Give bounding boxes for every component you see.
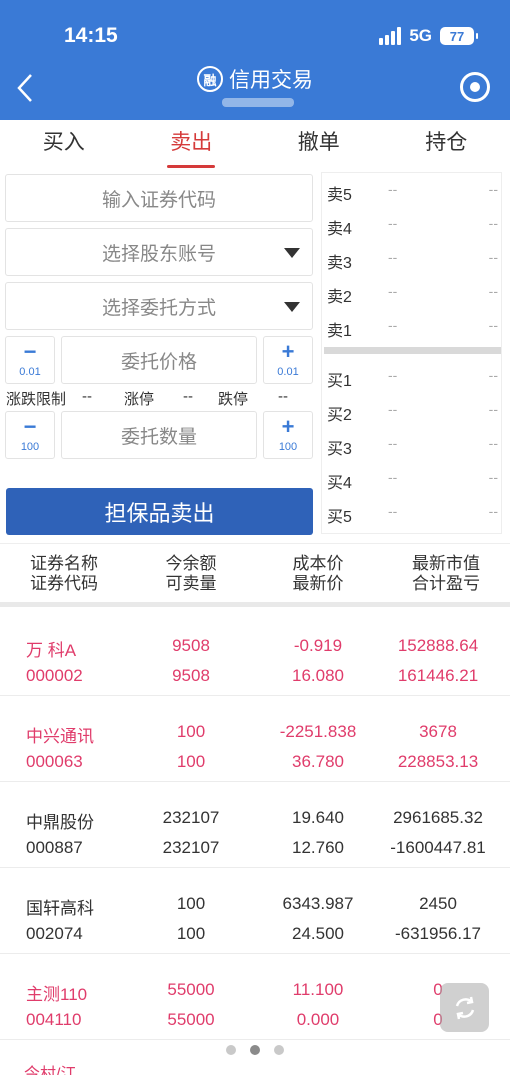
holdings-header: 证券名称 证券代码 今余额 可卖量 成本价 最新价 最新市值 合计盈亏 (0, 543, 510, 607)
book-row-buy1: 买1 -- -- (327, 367, 498, 390)
book-row-sell4: 卖4 -- -- (327, 215, 498, 238)
rong-badge-icon: 融 (197, 66, 223, 92)
page-indicator (0, 1045, 510, 1055)
partial-row-text: 今村/江 (24, 1066, 77, 1075)
book-row-buy2: 买2 -- -- (327, 401, 498, 424)
header-pnl: 合计盈亏 (412, 574, 480, 593)
page-dot[interactable] (226, 1045, 236, 1055)
network-type: 5G (409, 26, 432, 45)
header-last: 最新价 (292, 574, 344, 593)
order-book-divider (324, 347, 501, 354)
page-title: 信用交易 (229, 69, 313, 92)
refresh-button[interactable] (440, 983, 489, 1032)
tab-cancel[interactable]: 撤单 (255, 120, 383, 172)
book-row-buy4: 买4 -- -- (327, 469, 498, 492)
book-row-sell1: 卖1 -- -- (327, 317, 498, 340)
plus-icon: + (281, 339, 295, 364)
book-row-buy3: 买3 -- -- (327, 435, 498, 458)
table-row[interactable]: 国轩高科 002074 100 100 6343.987 24.500 2450 -63… (0, 868, 510, 954)
header-cost: 成本价 (292, 554, 344, 573)
book-row-buy5: 买5 -- -- (327, 503, 498, 526)
price-decrease-button[interactable]: − 0.01 (5, 336, 55, 384)
limit-up-value: -- (183, 388, 193, 405)
order-method-select[interactable]: 选择委托方式 (5, 282, 313, 330)
price-increase-button[interactable]: + 0.01 (263, 336, 313, 384)
nav-title-group: 融 信用交易 (0, 64, 510, 94)
account-select[interactable]: 选择股东账号 (5, 228, 313, 276)
price-input[interactable]: 委托价格 (61, 336, 257, 384)
collateral-sell-button[interactable]: 担保品卖出 (6, 488, 313, 535)
header-balance: 今余额 (165, 554, 217, 573)
quantity-decrease-button[interactable]: − 100 (5, 411, 55, 459)
tab-positions[interactable]: 持仓 (383, 120, 510, 172)
table-row[interactable]: 中兴通讯 000063 100 100 -2251.838 36.780 3678 22… (0, 696, 510, 782)
page-dot-active[interactable] (250, 1045, 260, 1055)
limit-up-label: 涨停 (124, 391, 155, 408)
header-name: 证券名称 (30, 554, 98, 573)
table-row[interactable]: 万 科A 000002 9508 9508 -0.919 16.080 152888.… (0, 610, 510, 696)
limit-label: 涨跌限制 (6, 391, 67, 408)
tab-sell[interactable]: 卖出 (128, 120, 256, 172)
header-code: 证券代码 (30, 574, 98, 593)
table-row[interactable]: 主测110 004110 55000 55000 11.100 0.000 00 (0, 954, 510, 1040)
target-icon[interactable] (460, 72, 490, 102)
page-dot[interactable] (274, 1045, 284, 1055)
tab-buy[interactable]: 买入 (0, 120, 128, 172)
status-indicators: 5G 77 (379, 24, 478, 48)
book-row-sell2: 卖2 -- -- (327, 283, 498, 306)
header-market-value: 最新市值 (412, 554, 480, 573)
table-row[interactable]: 中鼎股份 000887 232107 232107 19.640 12.760 296… (0, 782, 510, 868)
header-sellable: 可卖量 (165, 574, 217, 593)
blurred-account-label (222, 98, 294, 107)
price-limits: 涨跌限制 -- 涨停 -- 跌停 -- (6, 388, 312, 408)
minus-icon: − (23, 339, 37, 364)
status-time: 14:15 (64, 24, 118, 47)
limit-down-label: 跌停 (218, 391, 249, 408)
dropdown-arrow-icon (284, 248, 300, 258)
refresh-icon (455, 996, 474, 1019)
trade-tabs: 买入 卖出 撤单 持仓 (0, 120, 510, 172)
limit-value: -- (82, 388, 92, 405)
top-bar: 14:15 5G 77 融 信用交易 (0, 0, 510, 120)
dropdown-arrow-icon (284, 302, 300, 312)
book-row-sell5: 卖5 -- -- (327, 181, 498, 204)
limit-down-value: -- (278, 388, 288, 405)
minus-icon: − (23, 414, 37, 439)
book-row-sell3: 卖3 -- -- (327, 249, 498, 272)
order-book: 卖5 -- -- 卖4 -- -- 卖3 -- -- 卖2 -- -- 卖1 -- -- 买1 -- -… (321, 172, 502, 534)
security-code-input[interactable]: 输入证券代码 (5, 174, 313, 222)
quantity-input[interactable]: 委托数量 (61, 411, 257, 459)
quantity-increase-button[interactable]: + 100 (263, 411, 313, 459)
plus-icon: + (281, 414, 295, 439)
battery-icon: 77 (440, 27, 478, 45)
signal-icon (379, 27, 402, 45)
